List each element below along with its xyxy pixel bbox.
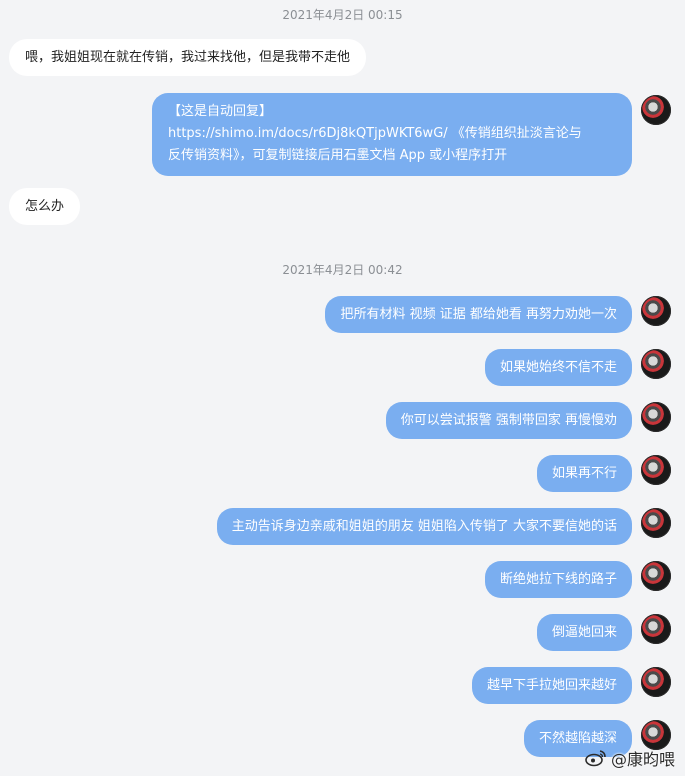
outgoing-message[interactable]: 如果她始终不信不走 [484, 349, 632, 386]
auto-reply-link-line[interactable]: https://shimo.im/docs/r6Dj8kQTjpWKT6wG/ … [168, 123, 616, 145]
user-avatar-icon[interactable] [641, 455, 671, 485]
outgoing-message[interactable]: 越早下手拉她回来越好 [471, 667, 632, 704]
incoming-message[interactable]: 怎么办 [9, 188, 81, 225]
user-avatar-icon[interactable] [641, 667, 671, 697]
outgoing-message[interactable]: 断绝她拉下线的路子 [484, 561, 632, 598]
outgoing-message[interactable]: 把所有材料 视频 证据 都给她看 再努力劝她一次 [325, 296, 632, 333]
chat-window: 2021年4月2日 00:15 喂，我姐姐现在就在传销，我过来找他，但是我带不走… [0, 0, 685, 776]
outgoing-message[interactable]: 主动告诉身边亲戚和姐姐的朋友 姐姐陷入传销了 大家不要信她的话 [216, 508, 632, 545]
auto-reply-note-line: 反传销资料》，可复制链接后用石墨文档 App 或小程序打开 [168, 148, 508, 163]
user-avatar-icon[interactable] [641, 614, 671, 644]
outgoing-message[interactable]: 你可以尝试报警 强制带回家 再慢慢劝 [385, 402, 632, 439]
weibo-icon [585, 749, 607, 767]
auto-reply-message[interactable]: 【这是自动回复】 https://shimo.im/docs/r6Dj8kQTj… [152, 93, 632, 176]
user-avatar-icon[interactable] [641, 508, 671, 538]
incoming-message[interactable]: 喂，我姐姐现在就在传销，我过来找他，但是我带不走他 [9, 39, 367, 76]
user-avatar-icon[interactable] [641, 296, 671, 326]
user-avatar-icon[interactable] [641, 402, 671, 432]
timestamp: 2021年4月2日 00:15 [282, 8, 403, 22]
user-avatar-icon[interactable] [641, 349, 671, 379]
timestamp: 2021年4月2日 00:42 [282, 263, 403, 277]
user-avatar-icon[interactable] [641, 95, 671, 125]
user-avatar-icon[interactable] [641, 561, 671, 591]
watermark: @康昀喂 [585, 746, 675, 770]
watermark-text: @康昀喂 [610, 750, 675, 769]
auto-reply-title: 【这是自动回复】 [168, 104, 273, 119]
outgoing-message[interactable]: 如果再不行 [536, 455, 632, 492]
outgoing-message[interactable]: 倒逼她回来 [536, 614, 632, 651]
